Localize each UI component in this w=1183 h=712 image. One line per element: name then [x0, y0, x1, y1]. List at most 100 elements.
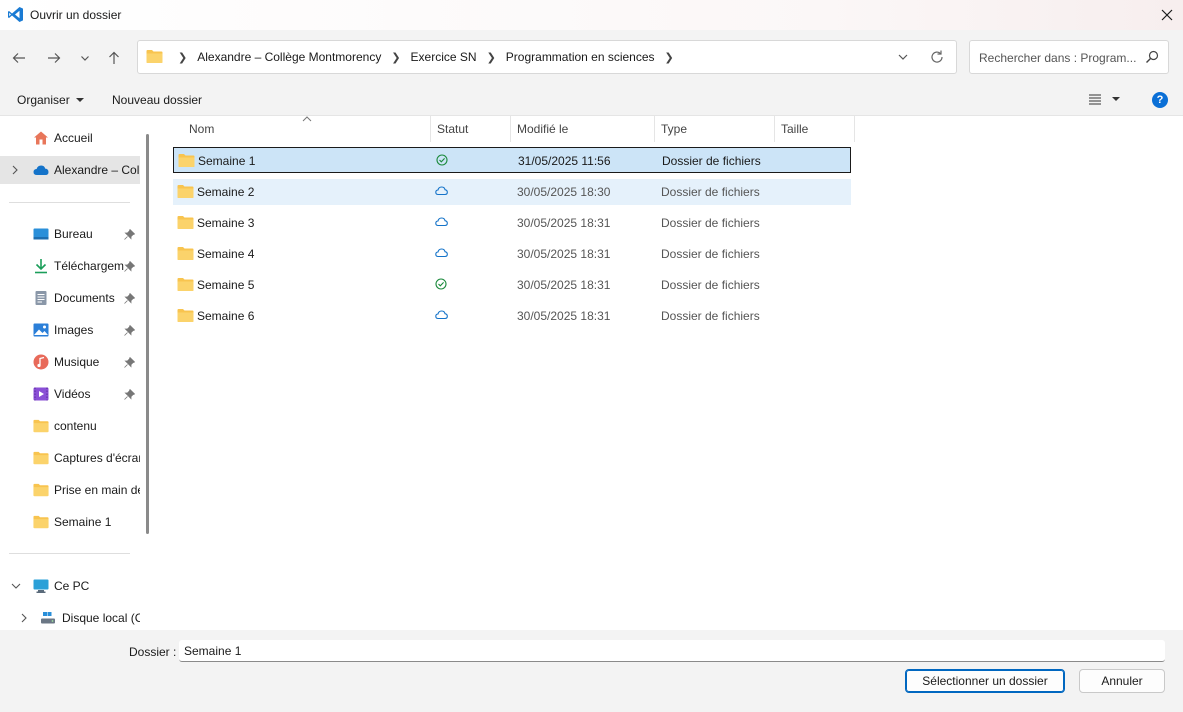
cloud-only-icon: [435, 248, 448, 258]
onedrive-cloud-icon: [33, 165, 49, 175]
file-type: Dossier de fichiers: [661, 247, 760, 261]
sidebar-item-music[interactable]: Musique: [0, 348, 140, 376]
column-header-type[interactable]: Type: [655, 116, 775, 142]
table-row[interactable]: Semaine 5 30/05/2025 18:31 Dossier de fi…: [173, 272, 851, 298]
search-placeholder: Rechercher dans : Program...: [979, 51, 1137, 65]
chevron-down-icon[interactable]: [11, 582, 21, 590]
view-options-button[interactable]: [1088, 92, 1121, 106]
refresh-icon[interactable]: [929, 49, 945, 65]
help-button[interactable]: ?: [1152, 92, 1168, 108]
sidebar-item-semaine-1[interactable]: Semaine 1: [0, 508, 140, 536]
sidebar-item-home[interactable]: Accueil: [0, 124, 140, 152]
scrollbar[interactable]: [146, 134, 149, 534]
file-name: Semaine 6: [197, 309, 255, 323]
command-bar: Organiser Nouveau dossier ?: [0, 84, 1183, 116]
folder-icon: [146, 50, 163, 63]
breadcrumb-separator[interactable]: ❯: [178, 51, 187, 64]
sidebar-divider: [9, 202, 130, 203]
cloud-only-icon: [435, 186, 448, 196]
sidebar-item-downloads[interactable]: Téléchargem: [0, 252, 140, 280]
folder-icon: [177, 309, 194, 322]
breadcrumb-separator[interactable]: ❯: [487, 51, 496, 64]
arrow-left-icon: [12, 53, 25, 63]
cloud-only-icon: [435, 310, 448, 320]
pin-icon[interactable]: [124, 357, 135, 368]
column-header-status[interactable]: Statut: [431, 116, 511, 142]
documents-icon: [35, 291, 47, 305]
up-button[interactable]: [103, 47, 125, 69]
download-icon: [35, 259, 47, 274]
folder-icon: [33, 483, 49, 497]
table-row[interactable]: Semaine 3 30/05/2025 18:31 Dossier de fi…: [173, 210, 851, 236]
address-bar[interactable]: ❯ Alexandre – Collège Montmorency ❯ Exer…: [137, 40, 957, 74]
file-type: Dossier de fichiers: [661, 185, 760, 199]
sidebar-divider: [9, 553, 130, 554]
home-icon: [34, 131, 48, 145]
chevron-down-icon[interactable]: [896, 50, 910, 64]
sidebar-item-local-disk[interactable]: Disque local (C: [0, 604, 140, 630]
folder-icon: [177, 247, 194, 260]
table-row[interactable]: Semaine 4 30/05/2025 18:31 Dossier de fi…: [173, 241, 851, 267]
window-title: Ouvrir un dossier: [30, 8, 122, 22]
pin-icon[interactable]: [124, 293, 135, 304]
chevron-right-icon[interactable]: [20, 613, 28, 623]
recent-locations-button[interactable]: [74, 47, 96, 69]
navigation-bar: ❯ Alexandre – Collège Montmorency ❯ Exer…: [0, 30, 1183, 84]
sidebar-item-videos[interactable]: Vidéos: [0, 380, 140, 408]
sidebar-item-captures[interactable]: Captures d'écran: [0, 444, 140, 472]
organize-label: Organiser: [17, 93, 70, 107]
sidebar-item-documents[interactable]: Documents: [0, 284, 140, 312]
breadcrumb-separator[interactable]: ❯: [665, 51, 674, 64]
sidebar-item-this-pc[interactable]: Ce PC: [0, 572, 140, 600]
folder-icon: [33, 419, 49, 433]
sidebar-item-contenu[interactable]: contenu: [0, 412, 140, 440]
column-header-size[interactable]: Taille: [775, 116, 855, 142]
close-button[interactable]: [1151, 0, 1183, 30]
forward-button[interactable]: [43, 47, 65, 69]
sidebar-item-desktop[interactable]: Bureau: [0, 220, 140, 248]
file-name: Semaine 4: [197, 247, 255, 261]
breadcrumb: ❯ Alexandre – Collège Montmorency ❯ Exer…: [168, 41, 684, 73]
folder-icon: [177, 185, 194, 198]
organize-button[interactable]: Organiser: [17, 93, 85, 107]
file-modified: 31/05/2025 11:56: [518, 154, 611, 168]
select-folder-button[interactable]: Sélectionner un dossier: [905, 669, 1065, 693]
file-list: Nom Statut Modifié le Type Taille Semain…: [157, 116, 1183, 630]
pin-icon[interactable]: [124, 325, 135, 336]
music-icon: [33, 354, 49, 370]
pin-icon[interactable]: [124, 229, 135, 240]
folder-name-input[interactable]: [179, 640, 1165, 662]
search-input[interactable]: Rechercher dans : Program...: [969, 40, 1169, 74]
chevron-right-icon[interactable]: [11, 165, 19, 175]
folder-icon: [33, 451, 49, 465]
title-bar: Ouvrir un dossier: [0, 0, 1183, 30]
sidebar-item-onedrive[interactable]: Alexandre – Coll: [0, 156, 140, 184]
file-name: Semaine 3: [197, 216, 255, 230]
new-folder-button[interactable]: Nouveau dossier: [112, 93, 202, 107]
file-type: Dossier de fichiers: [661, 216, 760, 230]
file-modified: 30/05/2025 18:31: [517, 247, 611, 261]
table-row[interactable]: Semaine 1 31/05/2025 11:56 Dossier de fi…: [173, 147, 851, 173]
search-icon[interactable]: [1145, 50, 1159, 64]
column-header-modified[interactable]: Modifié le: [511, 116, 655, 142]
pin-icon[interactable]: [124, 389, 135, 400]
column-header-name[interactable]: Nom: [183, 116, 431, 142]
folder-icon: [178, 154, 195, 167]
vscode-icon: [8, 7, 23, 22]
sidebar-item-images[interactable]: Images: [0, 316, 140, 344]
breadcrumb-item[interactable]: Exercice SN: [411, 50, 477, 64]
arrow-right-icon: [48, 53, 61, 63]
table-row[interactable]: Semaine 6 30/05/2025 18:31 Dossier de fi…: [173, 303, 851, 329]
folder-field-label: Dossier :: [129, 645, 177, 659]
table-row[interactable]: Semaine 2 30/05/2025 18:30 Dossier de fi…: [173, 179, 851, 205]
sidebar-item-prise-en-main[interactable]: Prise en main de: [0, 476, 140, 504]
file-name: Semaine 2: [197, 185, 255, 199]
file-modified: 30/05/2025 18:31: [517, 278, 611, 292]
breadcrumb-item[interactable]: Alexandre – Collège Montmorency: [197, 50, 381, 64]
back-button[interactable]: [8, 47, 30, 69]
breadcrumb-item[interactable]: Programmation en sciences: [506, 50, 655, 64]
pin-icon[interactable]: [124, 261, 135, 272]
file-name: Semaine 1: [198, 154, 256, 168]
breadcrumb-separator[interactable]: ❯: [391, 51, 400, 64]
cancel-button[interactable]: Annuler: [1079, 669, 1165, 693]
